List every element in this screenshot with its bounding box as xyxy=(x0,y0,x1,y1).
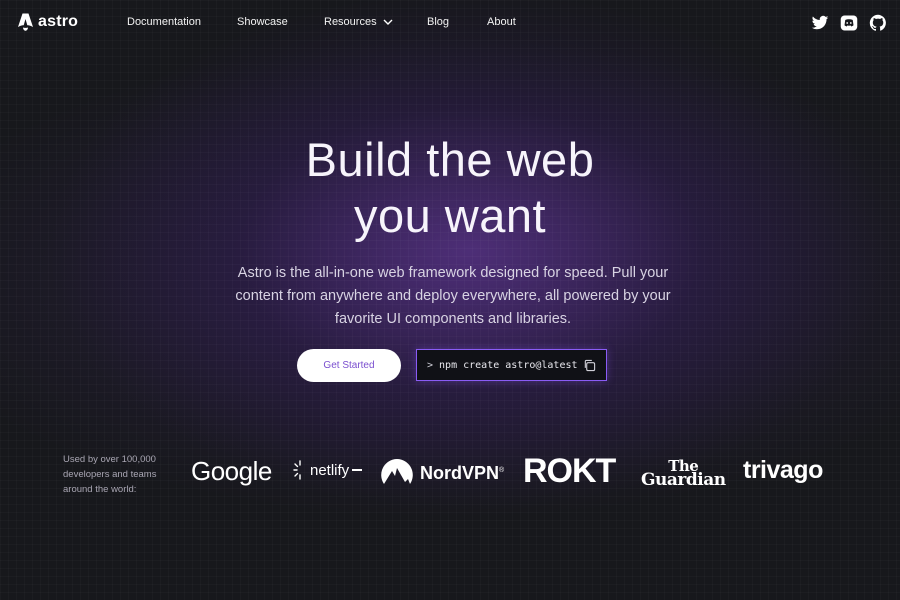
customers-caption: Used by over 100,000 developers and team… xyxy=(63,454,157,495)
nav-link-showcase[interactable]: Showcase xyxy=(237,16,288,28)
install-command-box[interactable]: > npm create astro@latest xyxy=(416,349,607,381)
nordvpn-wordmark: NordVPN® xyxy=(420,463,504,484)
astro-logo-link[interactable]: astro xyxy=(18,13,78,31)
command-prompt: > xyxy=(427,359,434,371)
chevron-down-icon xyxy=(383,19,393,26)
guardian-logo: The Guardian xyxy=(641,459,726,490)
discord-icon[interactable] xyxy=(840,14,858,32)
nav-link-about[interactable]: About xyxy=(487,16,516,28)
hero-title-line-2: you want xyxy=(353,189,547,242)
twitter-icon[interactable] xyxy=(811,14,829,32)
github-icon[interactable] xyxy=(869,14,887,32)
install-command-text: npm create astro@latest xyxy=(439,359,578,371)
nav-link-resources[interactable]: Resources xyxy=(324,16,393,28)
guardian-line-2: Guardian xyxy=(641,470,726,490)
nordvpn-text: NordVPN xyxy=(420,462,500,483)
nordvpn-mountain-icon xyxy=(381,459,413,484)
netlify-wordmark: netlify xyxy=(310,461,350,479)
rokt-logo: ROKT xyxy=(523,452,616,490)
google-logo: Google xyxy=(191,456,272,486)
nordvpn-trademark: ® xyxy=(499,466,505,474)
nav-link-resources-label: Resources xyxy=(324,16,377,28)
hero-title: Build the web you want xyxy=(0,132,900,244)
nordvpn-logo: NordVPN® xyxy=(380,458,504,488)
get-started-button[interactable]: Get Started xyxy=(297,349,401,382)
nav-link-blog[interactable]: Blog xyxy=(427,16,449,28)
netlify-logo: netlify xyxy=(293,460,363,480)
brand-name: astro xyxy=(38,13,79,30)
trivago-logo: trivago xyxy=(743,456,823,484)
netlify-burst-icon xyxy=(293,460,301,480)
top-navigation: astro Documentation Showcase Resources B… xyxy=(0,0,900,46)
nav-link-documentation[interactable]: Documentation xyxy=(127,16,201,28)
netlify-dash xyxy=(352,469,363,471)
astro-logo-icon xyxy=(18,13,33,31)
hero-title-line-1: Build the web xyxy=(305,133,595,186)
copy-icon[interactable] xyxy=(583,359,596,372)
hero-subtitle: Astro is the all-in-one web framework de… xyxy=(235,265,671,327)
